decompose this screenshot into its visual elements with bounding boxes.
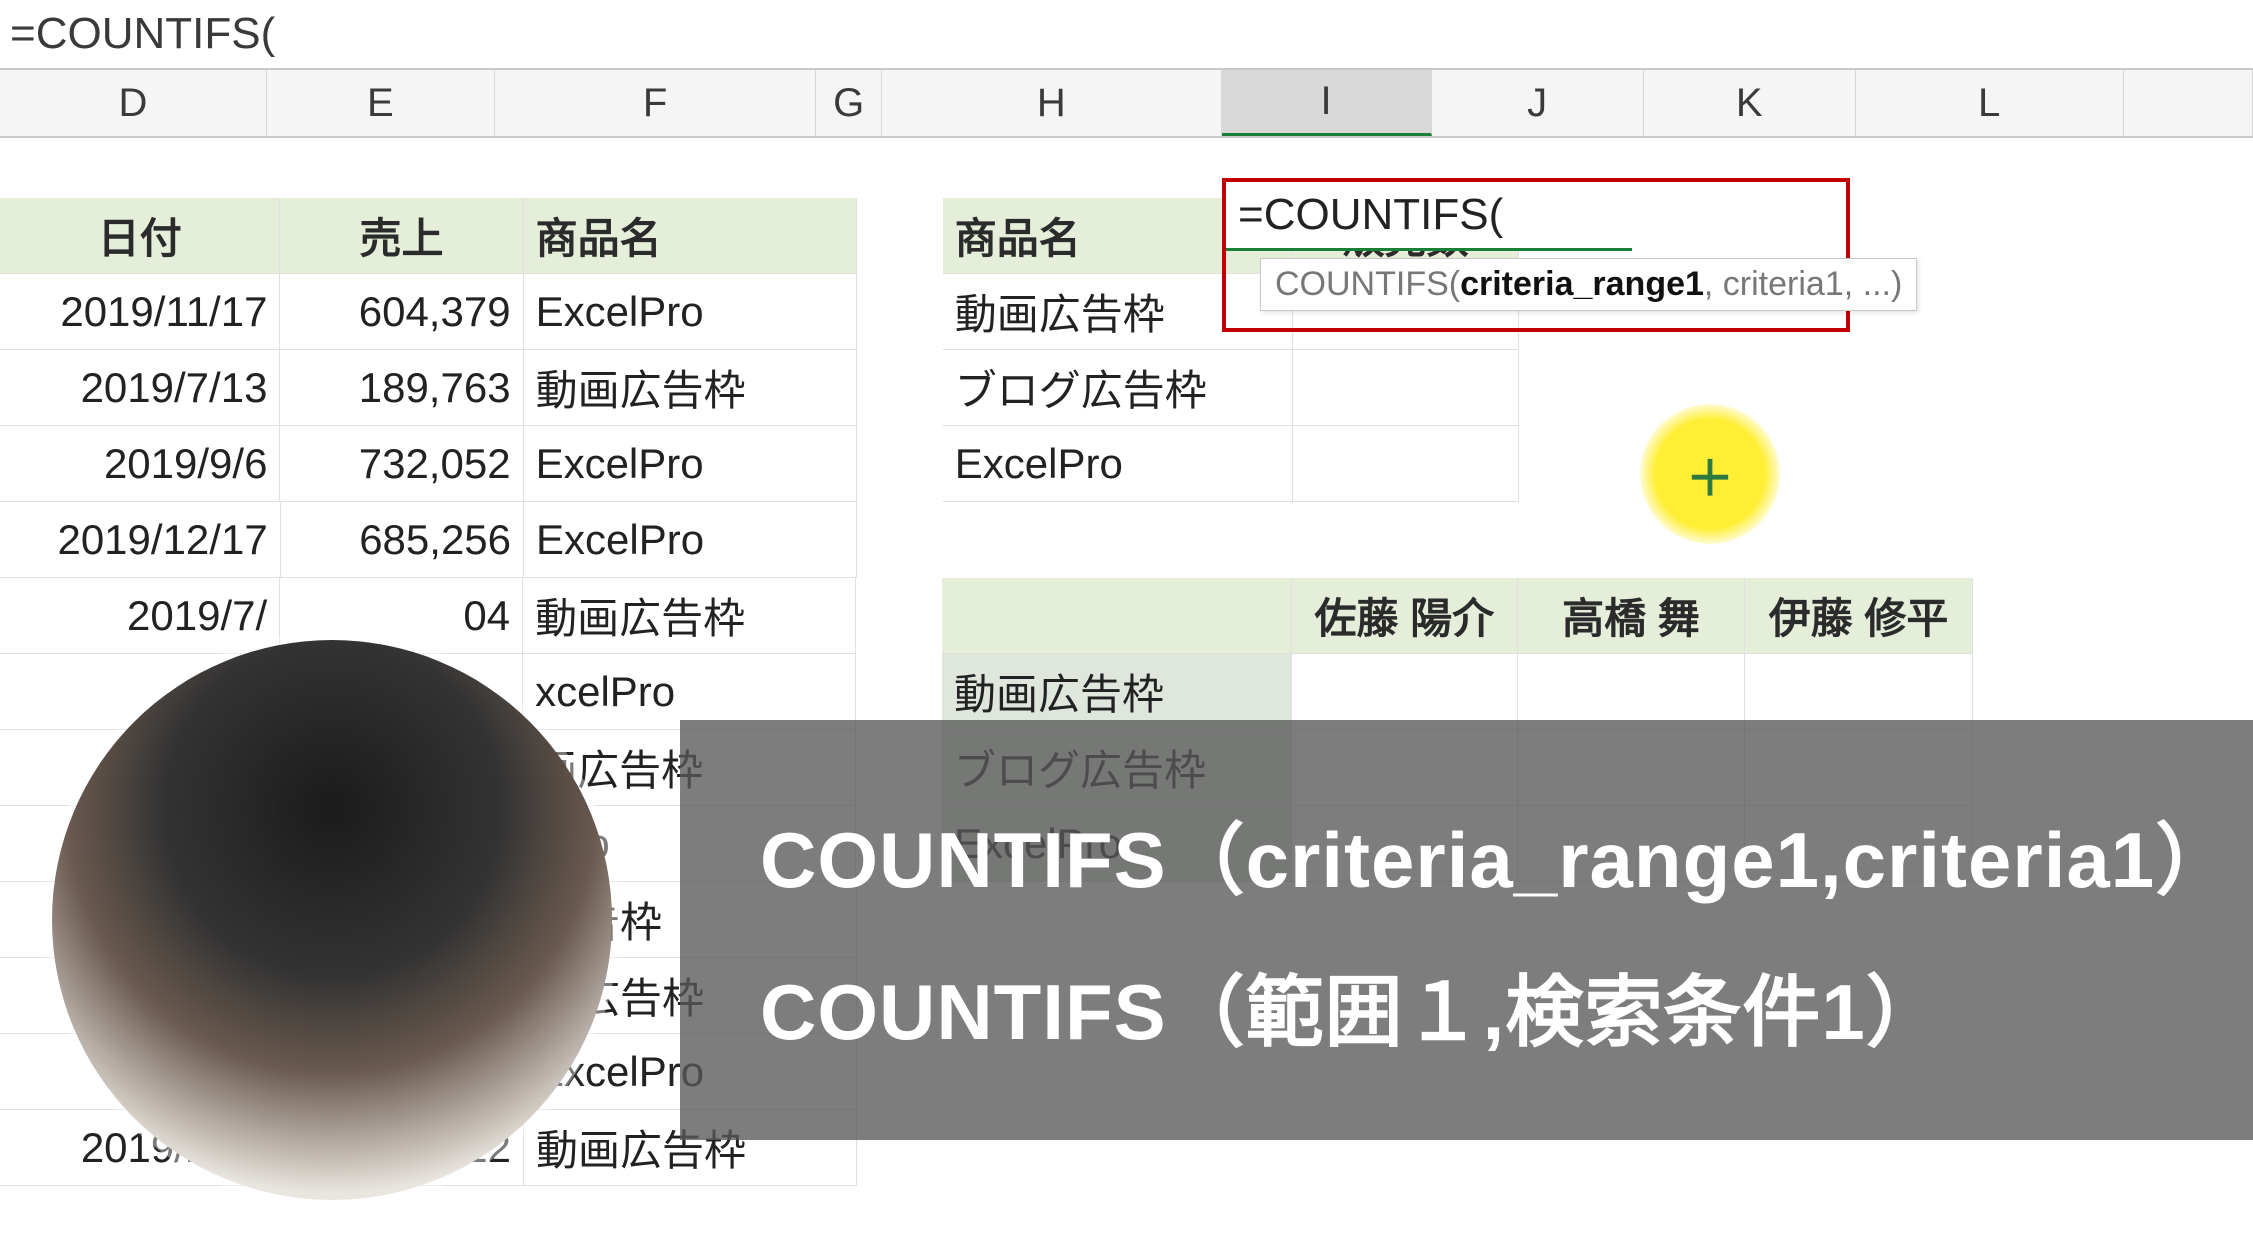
table1-header-date[interactable]: 日付 bbox=[0, 198, 280, 274]
formula-bar[interactable]: =COUNTIFS( bbox=[0, 0, 2253, 70]
col-header-G[interactable]: G bbox=[816, 70, 882, 136]
cell[interactable] bbox=[1293, 350, 1519, 426]
active-cell-content[interactable]: =COUNTIFS( bbox=[1226, 182, 1632, 251]
name-header[interactable]: 高橋 舞 bbox=[1518, 578, 1746, 654]
function-tooltip: COUNTIFS(criteria_range1, criteria1, ...… bbox=[1260, 258, 1917, 311]
cell-product[interactable]: xcelPro bbox=[523, 654, 856, 730]
table3-header-blank[interactable] bbox=[942, 578, 1292, 654]
col-header-H[interactable]: H bbox=[882, 70, 1221, 136]
cursor-highlight: ＋ bbox=[1640, 404, 1780, 544]
tooltip-arg-bold: criteria_range1 bbox=[1460, 265, 1704, 303]
cell-date[interactable]: 2019/11/17 bbox=[0, 274, 280, 350]
table1-header-product[interactable]: 商品名 bbox=[524, 198, 857, 274]
col-header-K[interactable]: K bbox=[1644, 70, 1856, 136]
active-cell-formula: =COUNTIFS( bbox=[1238, 190, 1503, 240]
cell[interactable] bbox=[1745, 654, 1973, 730]
cell[interactable] bbox=[1293, 426, 1519, 502]
cell-product[interactable]: 動画広告枠 bbox=[524, 350, 857, 426]
cell[interactable] bbox=[1518, 654, 1746, 730]
tooltip-arg-rest: , criteria1, ...) bbox=[1704, 265, 1902, 303]
table-row[interactable]: 2019/7/13 189,763 動画広告枠 ブログ広告枠 bbox=[0, 350, 2253, 426]
table1-header-sales[interactable]: 売上 bbox=[280, 198, 523, 274]
plus-cursor-icon: ＋ bbox=[1686, 439, 1734, 509]
cell-sales[interactable]: 604,379 bbox=[280, 274, 523, 350]
tooltip-fn: COUNTIFS( bbox=[1275, 265, 1460, 303]
caption-line-2: COUNTIFS（範囲１,検索条件1） bbox=[760, 950, 2253, 1062]
cell-date[interactable]: 2019/7/ bbox=[0, 578, 280, 654]
column-headers: D E F G H I J K L bbox=[0, 70, 2253, 138]
cell-date[interactable]: 2019/12/17 bbox=[0, 502, 281, 578]
table3-product[interactable]: 動画広告枠 bbox=[942, 654, 1292, 730]
col-header-D[interactable]: D bbox=[0, 70, 267, 136]
cell-product[interactable]: ExcelPro bbox=[524, 502, 857, 578]
name-header[interactable]: 佐藤 陽介 bbox=[1292, 578, 1518, 654]
cell-sales[interactable]: 189,763 bbox=[280, 350, 523, 426]
col-header-blank bbox=[2124, 70, 2253, 136]
col-header-I[interactable]: I bbox=[1222, 70, 1432, 136]
table2-product[interactable]: ブログ広告枠 bbox=[943, 350, 1293, 426]
table2-product[interactable]: 動画広告枠 bbox=[943, 274, 1293, 350]
formula-bar-text: =COUNTIFS( bbox=[10, 9, 275, 59]
cell-product[interactable]: 動画広告枠 bbox=[523, 578, 856, 654]
cell[interactable] bbox=[1292, 654, 1518, 730]
cell-date[interactable]: 2019/7/13 bbox=[0, 350, 280, 426]
col-header-E[interactable]: E bbox=[267, 70, 495, 136]
table2-product[interactable]: ExcelPro bbox=[943, 426, 1293, 502]
cell-sales[interactable]: 732,052 bbox=[280, 426, 523, 502]
cell-date[interactable]: 2019/9/6 bbox=[0, 426, 280, 502]
cell-sales[interactable]: 685,256 bbox=[281, 502, 524, 578]
webcam-overlay bbox=[52, 640, 612, 1200]
name-header[interactable]: 伊藤 修平 bbox=[1745, 578, 1973, 654]
cell-product[interactable]: ExcelPro bbox=[524, 426, 857, 502]
table-row[interactable]: 2019/9/6 732,052 ExcelPro ExcelPro bbox=[0, 426, 2253, 502]
table-row[interactable]: 2019/12/17 685,256 ExcelPro bbox=[0, 502, 2253, 578]
caption-overlay: COUNTIFS（criteria_range1,criteria1） COUN… bbox=[680, 720, 2253, 1140]
col-header-F[interactable]: F bbox=[495, 70, 817, 136]
col-header-L[interactable]: L bbox=[1856, 70, 2124, 136]
caption-line-1: COUNTIFS（criteria_range1,criteria1） bbox=[760, 798, 2253, 910]
col-header-J[interactable]: J bbox=[1432, 70, 1644, 136]
cell-product[interactable]: ExcelPro bbox=[524, 274, 857, 350]
